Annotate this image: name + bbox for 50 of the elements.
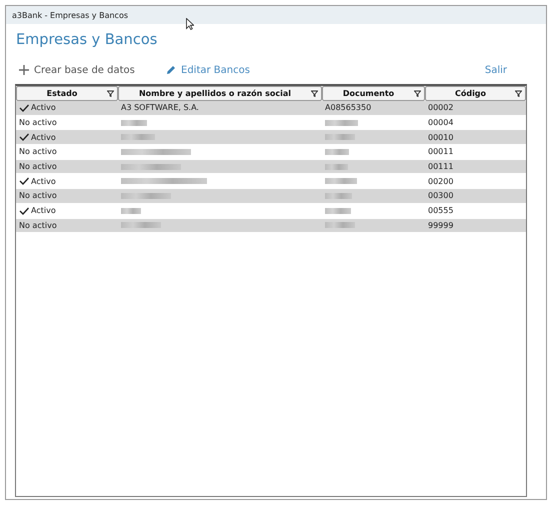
status-text: No activo xyxy=(19,118,57,128)
column-header[interactable]: Nombre y apellidos o razón social xyxy=(118,86,322,101)
status-text: No activo xyxy=(19,162,57,172)
table-row[interactable]: No activo 00004 xyxy=(16,116,526,130)
status-text: No activo xyxy=(19,191,57,200)
filter-icon[interactable] xyxy=(414,90,421,97)
redacted-text xyxy=(325,148,349,155)
redacted-text xyxy=(325,208,351,214)
edit-banks-button[interactable]: Editar Bancos xyxy=(166,64,250,76)
redacted-text xyxy=(325,164,348,170)
cursor-icon xyxy=(186,18,194,30)
company-code: 00011 xyxy=(428,147,454,156)
company-code: 00200 xyxy=(428,176,454,186)
status-text: Activo xyxy=(31,103,56,112)
company-code: 00002 xyxy=(428,103,454,112)
status-text: No activo xyxy=(19,147,57,156)
company-code: 00004 xyxy=(428,118,454,128)
filter-icon[interactable] xyxy=(107,90,114,97)
column-header[interactable]: Estado xyxy=(16,86,118,101)
status-text: Activo xyxy=(31,206,56,216)
redacted-text xyxy=(325,134,355,140)
company-code: 99999 xyxy=(428,220,454,230)
redacted-text xyxy=(325,120,358,126)
company-code: 00010 xyxy=(428,132,454,142)
filter-icon[interactable] xyxy=(311,90,318,97)
plus-icon xyxy=(19,65,29,75)
table-row[interactable]: Activo 00010 xyxy=(16,130,526,146)
company-code: 00555 xyxy=(428,206,454,216)
company-code: 00111 xyxy=(428,162,454,172)
table-row[interactable]: No activo 00300 xyxy=(16,189,526,204)
company-code: 00300 xyxy=(428,191,454,200)
status-text: Activo xyxy=(31,176,56,186)
page-title: Empresas y Bancos xyxy=(16,32,158,48)
status-text: Activo xyxy=(31,132,56,142)
document-number: A08565350 xyxy=(325,103,372,112)
company-name: A3 SOFTWARE, S.A. xyxy=(121,103,199,112)
table-row[interactable]: No activo 00111 xyxy=(16,160,526,174)
status-text: No activo xyxy=(19,220,57,230)
filter-icon[interactable] xyxy=(515,90,522,97)
redacted-text xyxy=(325,192,352,199)
redacted-text xyxy=(325,178,357,184)
table-row[interactable]: No activo 99999 xyxy=(16,218,526,234)
redacted-text xyxy=(325,222,355,228)
column-header[interactable]: Código xyxy=(425,86,526,101)
window-title: a3Bank - Empresas y Bancos xyxy=(12,10,128,20)
exit-button[interactable]: Salir xyxy=(484,64,507,76)
create-database-button[interactable]: Crear base de datos xyxy=(19,64,166,76)
pencil-icon xyxy=(166,65,176,75)
table-row[interactable]: Activo A3 SOFTWARE, S.A. A08565350 00002 xyxy=(16,101,526,116)
column-header[interactable]: Documento xyxy=(322,86,425,101)
